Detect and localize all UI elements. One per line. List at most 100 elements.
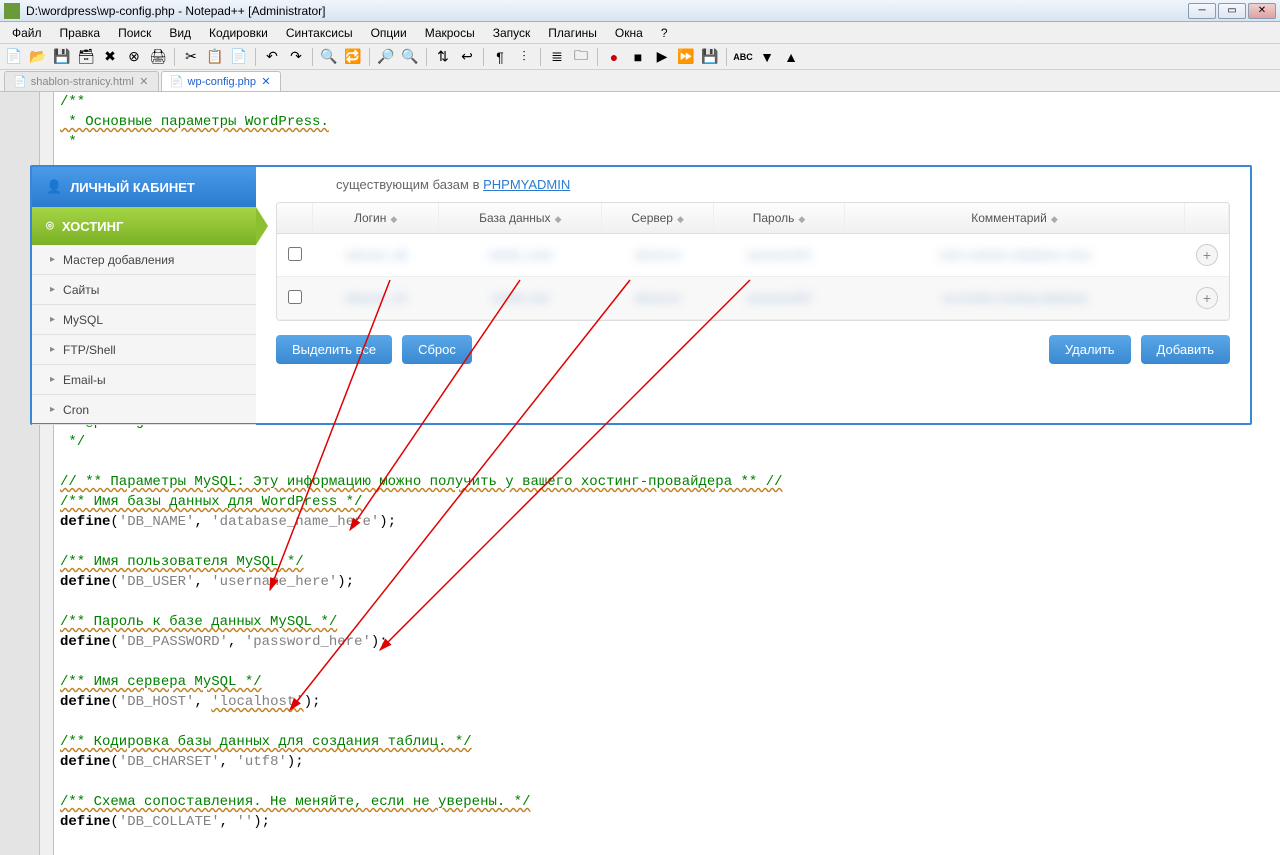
sidebar-item-sites[interactable]: ▸Сайты (32, 275, 256, 305)
menu-macros[interactable]: Макросы (417, 24, 483, 42)
sort-icon: ◆ (390, 214, 397, 225)
zoom-out-icon[interactable]: 🔍 (400, 47, 420, 67)
window-title: D:\wordpress\wp-config.php - Notepad++ [… (26, 4, 1188, 18)
prev-error-icon[interactable]: ▲ (781, 47, 801, 67)
chevron-right-icon: ▸ (50, 254, 55, 265)
tab-shablon[interactable]: 📄 shablon-stranicy.html ✕ (4, 71, 159, 91)
col-db[interactable]: База данных◆ (439, 203, 602, 234)
record-macro-icon[interactable]: ● (604, 47, 624, 67)
save-all-icon[interactable]: 🗃 (76, 47, 96, 67)
sort-icon: ◆ (798, 214, 805, 225)
tab-wpconfig[interactable]: 📄 wp-config.php ✕ (161, 71, 281, 91)
menu-windows[interactable]: Окна (607, 24, 651, 42)
hosting-sidebar: 👤 ЛИЧНЫЙ КАБИНЕТ ⌾ ХОСТИНГ ▸Мастер добав… (32, 167, 256, 423)
expand-row-icon[interactable]: + (1196, 287, 1218, 309)
close-button[interactable]: ✕ (1248, 3, 1276, 19)
delete-button[interactable]: Удалить (1049, 335, 1131, 364)
col-login[interactable]: Логин◆ (313, 203, 439, 234)
file-icon: 📄 (170, 75, 184, 88)
print-icon[interactable]: 🖨 (148, 47, 168, 67)
menu-plugins[interactable]: Плагины (540, 24, 605, 42)
save-icon[interactable]: 💾 (52, 47, 72, 67)
next-error-icon[interactable]: ▼ (757, 47, 777, 67)
row-checkbox[interactable] (288, 290, 302, 304)
sort-icon: ◆ (1051, 214, 1058, 225)
find-icon[interactable]: 🔍 (319, 47, 339, 67)
tab-close-icon[interactable]: ✕ (260, 76, 272, 88)
app-icon (4, 3, 20, 19)
user-icon: 👤 (46, 179, 62, 195)
replace-icon[interactable]: 🔁 (343, 47, 363, 67)
zoom-in-icon[interactable]: 🔎 (376, 47, 396, 67)
select-all-button[interactable]: Выделить все (276, 335, 392, 364)
open-file-icon[interactable]: 📂 (28, 47, 48, 67)
spellcheck-icon[interactable]: ABC (733, 47, 753, 67)
tab-bar: 📄 shablon-stranicy.html ✕ 📄 wp-config.ph… (0, 70, 1280, 92)
close-all-icon[interactable]: ⊗ (124, 47, 144, 67)
menu-file[interactable]: Файл (4, 24, 50, 42)
phpmyadmin-link[interactable]: PHPMYADMIN (483, 177, 570, 192)
folder-view-icon[interactable]: 🗀 (571, 47, 591, 67)
play-macro-icon[interactable]: ▶ (652, 47, 672, 67)
chevron-right-icon: ▸ (50, 404, 55, 415)
col-server[interactable]: Сервер◆ (602, 203, 714, 234)
sync-scroll-icon[interactable]: ⇅ (433, 47, 453, 67)
stop-macro-icon[interactable]: ■ (628, 47, 648, 67)
reset-button[interactable]: Сброс (402, 335, 472, 364)
menu-bar: Файл Правка Поиск Вид Кодировки Синтакси… (0, 22, 1280, 44)
tab-label: shablon-stranicy.html (31, 76, 134, 88)
db-table: Логин◆ База данных◆ Сервер◆ Пароль◆ Комм… (276, 202, 1230, 321)
maximize-button[interactable]: ▭ (1218, 3, 1246, 19)
sidebar-item-email[interactable]: ▸Email-ы (32, 365, 256, 395)
sidebar-item-mysql[interactable]: ▸MySQL (32, 305, 256, 335)
chevron-right-icon: ▸ (50, 314, 55, 325)
cut-icon[interactable]: ✂ (181, 47, 201, 67)
toolbar: 📄 📂 💾 🗃 ✖ ⊗ 🖨 ✂ 📋 📄 ↶ ↷ 🔍 🔁 🔎 🔍 ⇅ ↩ ¶ ⫶ … (0, 44, 1280, 70)
chevron-right-icon: ▸ (50, 344, 55, 355)
save-macro-icon[interactable]: 💾 (700, 47, 720, 67)
new-file-icon[interactable]: 📄 (4, 47, 24, 67)
col-comment[interactable]: Комментарий◆ (845, 203, 1185, 234)
sort-icon: ◆ (555, 214, 562, 225)
redo-icon[interactable]: ↷ (286, 47, 306, 67)
chevron-right-icon: ▸ (50, 284, 55, 295)
menu-run[interactable]: Запуск (485, 24, 539, 42)
hidden-chars-icon[interactable]: ¶ (490, 47, 510, 67)
sidebar-account[interactable]: 👤 ЛИЧНЫЙ КАБИНЕТ (32, 167, 256, 207)
file-icon: 📄 (13, 75, 27, 88)
table-row: siteuser_db sitedb_main dbserver passwor… (277, 234, 1229, 277)
menu-syntax[interactable]: Синтаксисы (278, 24, 361, 42)
menu-options[interactable]: Опции (363, 24, 415, 42)
table-row: siteuser_02 sitedb_test dbserver passwor… (277, 277, 1229, 320)
hosting-panel-content: существующим базам в PHPMYADMIN Логин◆ Б… (256, 167, 1250, 423)
close-file-icon[interactable]: ✖ (100, 47, 120, 67)
sidebar-item-wizard[interactable]: ▸Мастер добавления (32, 245, 256, 275)
info-text: существующим базам в PHPMYADMIN (276, 173, 1230, 202)
add-button[interactable]: Добавить (1141, 335, 1230, 364)
wrap-icon[interactable]: ↩ (457, 47, 477, 67)
indent-guide-icon[interactable]: ⫶ (514, 47, 534, 67)
copy-icon[interactable]: 📋 (205, 47, 225, 67)
menu-edit[interactable]: Правка (52, 24, 109, 42)
sidebar-hosting[interactable]: ⌾ ХОСТИНГ (32, 207, 256, 245)
menu-encoding[interactable]: Кодировки (201, 24, 276, 42)
menu-view[interactable]: Вид (161, 24, 199, 42)
minimize-button[interactable]: ─ (1188, 3, 1216, 19)
window-titlebar: D:\wordpress\wp-config.php - Notepad++ [… (0, 0, 1280, 22)
tab-close-icon[interactable]: ✕ (138, 76, 150, 88)
paste-icon[interactable]: 📄 (229, 47, 249, 67)
sidebar-item-cron[interactable]: ▸Cron (32, 395, 256, 425)
menu-help[interactable]: ? (653, 24, 676, 42)
tab-label: wp-config.php (188, 76, 257, 88)
chevron-right-icon: ▸ (50, 374, 55, 385)
row-checkbox[interactable] (288, 247, 302, 261)
sidebar-item-ftp[interactable]: ▸FTP/Shell (32, 335, 256, 365)
play-multi-icon[interactable]: ⏩ (676, 47, 696, 67)
func-list-icon[interactable]: ≣ (547, 47, 567, 67)
expand-row-icon[interactable]: + (1196, 244, 1218, 266)
col-pass[interactable]: Пароль◆ (714, 203, 845, 234)
code-text: /** (54, 94, 85, 110)
sort-icon: ◆ (677, 214, 684, 225)
undo-icon[interactable]: ↶ (262, 47, 282, 67)
menu-search[interactable]: Поиск (110, 24, 159, 42)
